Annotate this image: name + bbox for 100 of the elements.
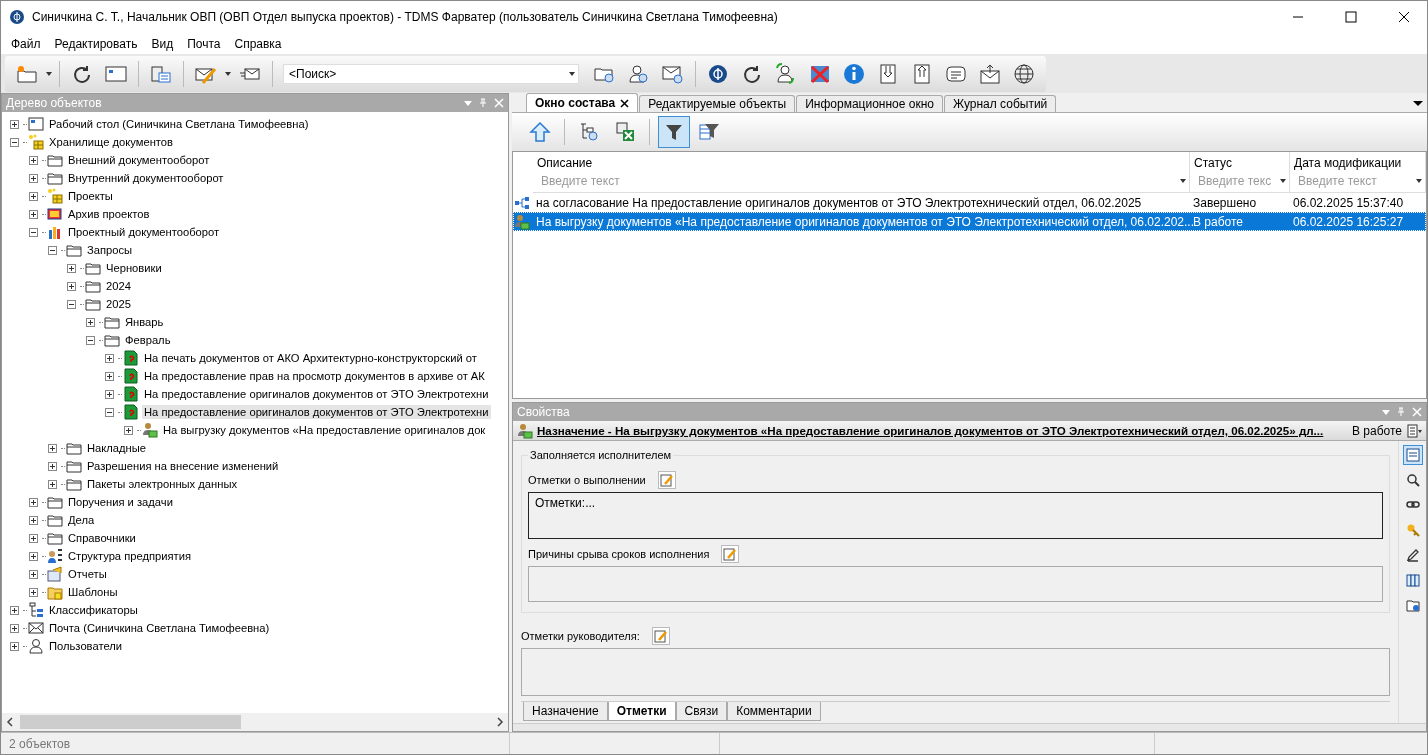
expand-toggle[interactable] <box>48 443 57 453</box>
tree-item[interactable]: Хранилище документов <box>47 135 175 149</box>
column-header[interactable]: Описание <box>533 152 1190 170</box>
dropdown-icon <box>1382 408 1390 416</box>
document-question-icon <box>123 386 139 402</box>
tree-item[interactable]: Запросы <box>85 243 135 257</box>
document-menu-icon <box>1406 423 1422 438</box>
expand-toggle[interactable] <box>86 317 95 327</box>
expand-toggle[interactable] <box>67 299 76 309</box>
expand-toggle[interactable] <box>10 119 19 129</box>
expand-toggle[interactable] <box>86 335 95 345</box>
menu-item[interactable]: Файл <box>4 34 48 53</box>
tree-item[interactable]: Поручения и задачи <box>66 495 175 509</box>
expand-toggle[interactable] <box>48 245 57 255</box>
expand-toggle[interactable] <box>29 551 38 561</box>
window-title: Синичкина С. Т., Начальник ОВП (ОВП Отдел выпуска проектов) - TDMS Фарватер (пользователь Синичкина Светлана Тимофеевна) <box>32 10 779 24</box>
tree-item[interactable]: На выгрузку документов «На предоставление оригиналов док <box>161 423 488 437</box>
caret-icon <box>224 69 232 78</box>
expand-toggle[interactable] <box>48 461 57 471</box>
tab[interactable]: Информационное окно <box>796 95 943 112</box>
expand-toggle[interactable] <box>105 389 114 399</box>
tree-item[interactable]: На печать документов от АКО Архитектурно-конструкторский от <box>142 351 479 365</box>
org-structure-icon <box>47 548 63 564</box>
tree-item[interactable]: 2024 <box>104 279 133 293</box>
puzzle-list-icon <box>150 63 172 84</box>
tab[interactable]: Комментарии <box>727 702 821 721</box>
tree-item[interactable]: Классификаторы <box>47 603 140 617</box>
text-area[interactable]: Отметки:... <box>528 492 1383 539</box>
properties-view-button[interactable] <box>1402 445 1423 465</box>
tree-item[interactable]: Внешний документооборот <box>66 153 212 167</box>
tree-item[interactable]: На предоставление прав на просмотр документов в архиве от АК <box>142 369 487 383</box>
tab[interactable]: Журнал событий <box>943 95 1057 112</box>
panel-title: Свойства <box>517 405 570 419</box>
menu-item[interactable]: Справка <box>227 34 289 53</box>
menu-item[interactable]: Почта <box>180 34 228 53</box>
expand-toggle[interactable] <box>67 263 76 273</box>
object-link[interactable]: Назначение - На выгрузку документов «На предоставление оригиналов документов от ЭТО Электротехнический отдел, 06.02.2025» дл... <box>537 424 1324 437</box>
tree-item[interactable]: На предоставление оригиналов документов от ЭТО Электротехни <box>142 387 491 401</box>
tree-item[interactable]: Внутренний документооборот <box>66 171 226 185</box>
plus-icon <box>11 120 18 128</box>
tree-item[interactable]: Отчеты <box>66 567 109 581</box>
expand-toggle[interactable] <box>29 209 38 219</box>
expand-toggle[interactable] <box>29 191 38 201</box>
tree-item[interactable]: Пользователи <box>47 639 125 653</box>
tree-item[interactable]: 2025 <box>104 297 133 311</box>
expand-toggle[interactable] <box>29 227 38 237</box>
tree-item[interactable]: Дела <box>66 513 97 527</box>
column-header[interactable]: Дата модификации <box>1290 152 1426 170</box>
tree-item[interactable]: Накладные <box>85 441 149 455</box>
tree-item[interactable]: Справочники <box>66 531 138 545</box>
menu-item[interactable]: Вид <box>144 34 181 53</box>
tree-item[interactable]: Разрешения на внесение изменений <box>85 459 281 473</box>
scrollbar-thumb[interactable] <box>20 715 241 729</box>
tree-item[interactable]: На предоставление оригиналов документов от ЭТО Электротехни <box>142 405 491 419</box>
expand-toggle[interactable] <box>67 281 76 291</box>
expand-toggle[interactable] <box>10 137 19 147</box>
close-icon <box>1396 9 1412 25</box>
tree-item[interactable]: Январь <box>123 315 166 329</box>
expand-toggle[interactable] <box>29 173 38 183</box>
tab[interactable]: Назначение <box>523 702 608 721</box>
menu-item[interactable]: Редактировать <box>47 34 145 53</box>
tree-item[interactable]: Архив проектов <box>66 207 152 221</box>
tree-item[interactable]: Структура предприятия <box>66 549 193 563</box>
expand-toggle[interactable] <box>29 533 38 543</box>
person-envelope-icon <box>517 422 533 439</box>
tab[interactable]: Редактируемые объекты <box>639 95 796 112</box>
plus-icon <box>49 480 56 488</box>
expand-toggle[interactable] <box>10 605 19 615</box>
tree-item[interactable]: Черновики <box>104 261 164 275</box>
expand-toggle[interactable] <box>10 641 19 651</box>
expand-toggle[interactable] <box>105 353 114 363</box>
search-field[interactable]: <Поиск> <box>283 63 579 84</box>
tree-item[interactable]: Проекты <box>66 189 115 203</box>
column-header[interactable]: Статус <box>1190 152 1290 170</box>
minimize-icon <box>1293 16 1303 18</box>
expand-toggle[interactable] <box>29 569 38 579</box>
tree-item[interactable]: Рабочий стол (Синичкина Светлана Тимофеевна) <box>47 117 311 131</box>
search-icon <box>1405 473 1420 487</box>
expand-toggle[interactable] <box>48 479 57 489</box>
expand-toggle[interactable] <box>29 587 38 597</box>
expand-toggle[interactable] <box>124 425 133 435</box>
table-row[interactable]: На выгрузку документов «На предоставление оригиналов документов от ЭТО Электротехнический отдел, 06.02.202...В работе 06.02.2025 16:25:27 <box>513 212 1426 231</box>
tab[interactable]: Окно состава <box>526 93 639 112</box>
expand-toggle[interactable] <box>10 623 19 633</box>
tree-item[interactable]: Шаблоны <box>66 585 120 599</box>
expand-toggle[interactable] <box>29 155 38 165</box>
expand-toggle[interactable] <box>105 407 114 417</box>
table-row[interactable]: на согласование На предоставление оригиналов документов от ЭТО Электротехнический отдел, 06.02.2025 Завершено 06.02.2025 15:37:40 <box>513 193 1426 212</box>
expand-toggle[interactable] <box>105 371 114 381</box>
expand-toggle[interactable] <box>29 497 38 507</box>
tab[interactable]: Отметки <box>607 702 676 721</box>
tree-item[interactable]: Проектный документооборот <box>66 225 222 239</box>
folder-icon <box>104 314 120 330</box>
document-down-icon <box>877 62 899 85</box>
tree-item[interactable]: Почта (Синичкина Светлана Тимофеевна) <box>47 621 272 635</box>
tree-item[interactable]: Пакеты электронных данных <box>85 477 240 491</box>
expand-toggle[interactable] <box>29 515 38 525</box>
filter-button[interactable] <box>658 116 690 148</box>
tree-item[interactable]: Февраль <box>123 333 173 347</box>
tab[interactable]: Связи <box>675 702 728 721</box>
